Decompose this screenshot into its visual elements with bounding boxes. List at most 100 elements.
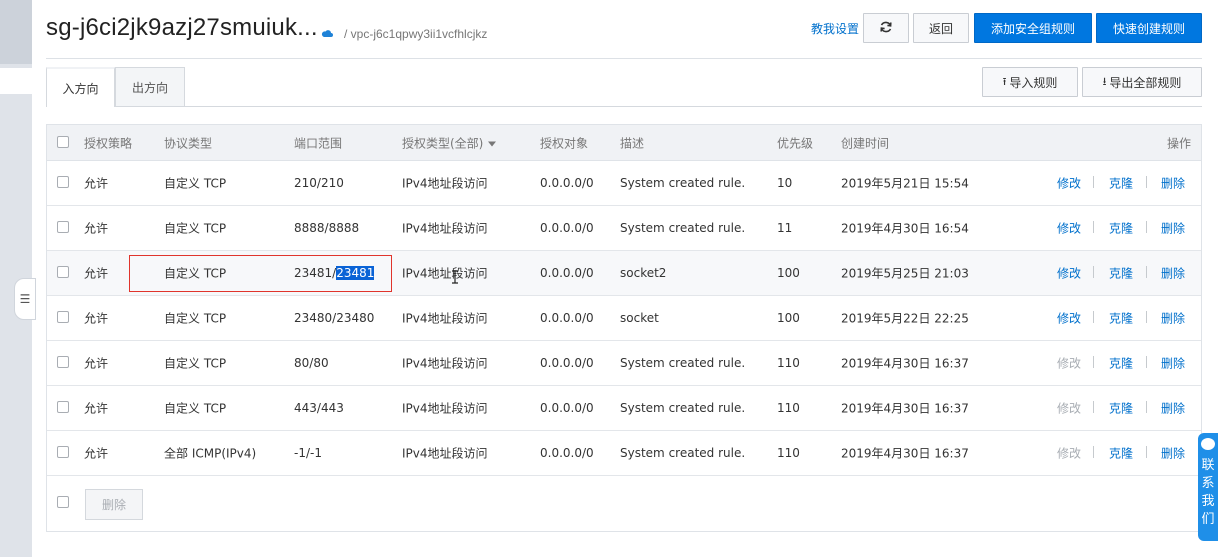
back-button[interactable]: 返回 — [913, 13, 969, 43]
clone-link[interactable]: 克隆 — [1109, 265, 1133, 282]
cell-desc: System created rule. — [620, 356, 746, 370]
contact-char: 联 — [1201, 458, 1215, 473]
modify-link[interactable]: 修改 — [1057, 175, 1081, 192]
export-rules-label: 导出全部规则 — [1109, 75, 1182, 90]
cell-policy: 允许 — [84, 356, 109, 371]
clone-link[interactable]: 克隆 — [1109, 355, 1133, 372]
clone-link[interactable]: 克隆 — [1109, 220, 1133, 237]
text-cursor-icon — [451, 270, 459, 287]
col-created: 创建时间 — [841, 136, 890, 150]
delete-link[interactable]: 删除 — [1161, 310, 1185, 327]
cell-port[interactable]: 23481/23481 — [294, 266, 375, 280]
cell-protocol: 自定义 TCP — [164, 401, 227, 416]
col-port: 端口范围 — [294, 136, 343, 150]
page-title: sg-j6ci2jk9azj27smuiuk... — [46, 14, 318, 41]
cell-object: 0.0.0.0/0 — [540, 266, 594, 280]
delete-link[interactable]: 删除 — [1161, 445, 1185, 462]
action-divider — [1146, 266, 1147, 278]
delete-link[interactable]: 删除 — [1161, 220, 1185, 237]
refresh-button[interactable] — [863, 13, 909, 43]
col-auth-type-label: 授权类型(全部) — [402, 136, 484, 150]
col-policy: 授权策略 — [84, 136, 133, 150]
cell-auth-type: IPv4地址段访问 — [402, 176, 488, 191]
table-row: 允许 自定义 TCP 443/443 IPv4地址段访问 0.0.0.0/0 S… — [47, 386, 1201, 431]
delete-link[interactable]: 删除 — [1161, 175, 1185, 192]
quick-create-button[interactable]: 快速创建规则 — [1096, 13, 1202, 43]
row-checkbox[interactable] — [57, 221, 69, 233]
action-divider — [1093, 311, 1094, 323]
contact-char: 们 — [1201, 512, 1215, 527]
export-rules-button[interactable]: ⭳ 导出全部规则 — [1082, 67, 1202, 97]
table-header: 授权策略 协议类型 端口范围 授权类型(全部) 授权对象 描述 优先级 创建时间… — [47, 125, 1201, 161]
cloud-icon — [321, 28, 333, 38]
select-all-checkbox[interactable] — [57, 135, 69, 148]
clone-link[interactable]: 克隆 — [1109, 175, 1133, 192]
cell-policy: 允许 — [84, 176, 109, 191]
table-row: 允许 自定义 TCP 23480/23480 IPv4地址段访问 0.0.0.0… — [47, 296, 1201, 341]
cell-object: 0.0.0.0/0 — [540, 446, 594, 460]
delete-link[interactable]: 删除 — [1161, 265, 1185, 282]
help-link[interactable]: 教我设置 — [811, 20, 859, 37]
cell-port-selected: 23481 — [336, 266, 375, 280]
upload-icon: ⭱ — [1002, 74, 1007, 88]
modify-link[interactable]: 修改 — [1057, 220, 1081, 237]
import-rules-button[interactable]: ⭱ 导入规则 — [982, 67, 1078, 97]
cell-policy: 允许 — [84, 266, 109, 281]
contact-char: 系 — [1201, 476, 1215, 491]
delete-link[interactable]: 删除 — [1161, 400, 1185, 417]
modify-link[interactable]: 修改 — [1057, 265, 1081, 282]
table-row: 允许 自定义 TCP 23481/23481 IPv4地址段访问 0.0.0.0… — [47, 251, 1201, 296]
col-protocol: 协议类型 — [164, 136, 213, 150]
table-row: 允许 自定义 TCP 80/80 IPv4地址段访问 0.0.0.0/0 Sys… — [47, 341, 1201, 386]
cell-priority: 100 — [777, 311, 800, 325]
bulk-delete-button[interactable]: 删除 — [85, 489, 143, 520]
tab-inbound[interactable]: 入方向 — [46, 67, 115, 107]
modify-link-disabled: 修改 — [1057, 401, 1082, 416]
cell-port-prefix: 23481/ — [294, 266, 337, 280]
collapse-menu-icon[interactable]: ☰ — [14, 278, 36, 320]
cell-created: 2019年5月22日 22:25 — [841, 311, 969, 326]
clone-link[interactable]: 克隆 — [1109, 400, 1133, 417]
cell-auth-type: IPv4地址段访问 — [402, 401, 488, 416]
action-divider — [1146, 401, 1147, 413]
modify-link-disabled: 修改 — [1057, 356, 1082, 371]
col-auth-type[interactable]: 授权类型(全部) — [402, 134, 497, 151]
add-rule-button[interactable]: 添加安全组规则 — [974, 13, 1092, 43]
action-divider — [1093, 446, 1094, 458]
clone-link[interactable]: 克隆 — [1109, 310, 1133, 327]
cell-desc: System created rule. — [620, 221, 746, 235]
table-row: 允许 自定义 TCP 210/210 IPv4地址段访问 0.0.0.0/0 S… — [47, 161, 1201, 206]
col-actions: 操作 — [1166, 136, 1191, 150]
cell-desc: socket — [620, 311, 659, 325]
row-checkbox[interactable] — [57, 266, 69, 278]
table-row: 允许 自定义 TCP 8888/8888 IPv4地址段访问 0.0.0.0/0… — [47, 206, 1201, 251]
action-divider — [1146, 446, 1147, 458]
row-checkbox[interactable] — [57, 311, 69, 323]
footer-select-all-checkbox[interactable] — [57, 496, 69, 508]
left-rail-top — [0, 0, 32, 64]
row-checkbox[interactable] — [57, 401, 69, 413]
cell-policy: 允许 — [84, 221, 109, 236]
tab-outbound[interactable]: 出方向 — [115, 67, 185, 107]
cell-object: 0.0.0.0/0 — [540, 311, 594, 325]
delete-link[interactable]: 删除 — [1161, 355, 1185, 372]
action-divider — [1093, 401, 1094, 413]
vpc-id[interactable]: / vpc-j6c1qpwy3ii1vcfhlcjkz — [344, 27, 487, 41]
action-divider — [1146, 311, 1147, 323]
cell-auth-type: IPv4地址段访问 — [402, 266, 488, 281]
action-divider — [1093, 266, 1094, 278]
modify-link[interactable]: 修改 — [1057, 310, 1081, 327]
clone-link[interactable]: 克隆 — [1109, 445, 1133, 462]
cell-desc: System created rule. — [620, 446, 746, 460]
row-checkbox[interactable] — [57, 176, 69, 188]
cell-object: 0.0.0.0/0 — [540, 401, 594, 415]
cell-port: 443/443 — [294, 401, 344, 415]
cell-protocol: 自定义 TCP — [164, 356, 227, 371]
row-checkbox[interactable] — [57, 356, 69, 368]
cell-policy: 允许 — [84, 401, 109, 416]
rules-table: 授权策略 协议类型 端口范围 授权类型(全部) 授权对象 描述 优先级 创建时间… — [46, 124, 1202, 532]
cell-created: 2019年4月30日 16:54 — [841, 221, 969, 236]
contact-us-widget[interactable]: 联 系 我 们 — [1198, 433, 1218, 541]
cell-auth-type: IPv4地址段访问 — [402, 356, 488, 371]
row-checkbox[interactable] — [57, 446, 69, 458]
